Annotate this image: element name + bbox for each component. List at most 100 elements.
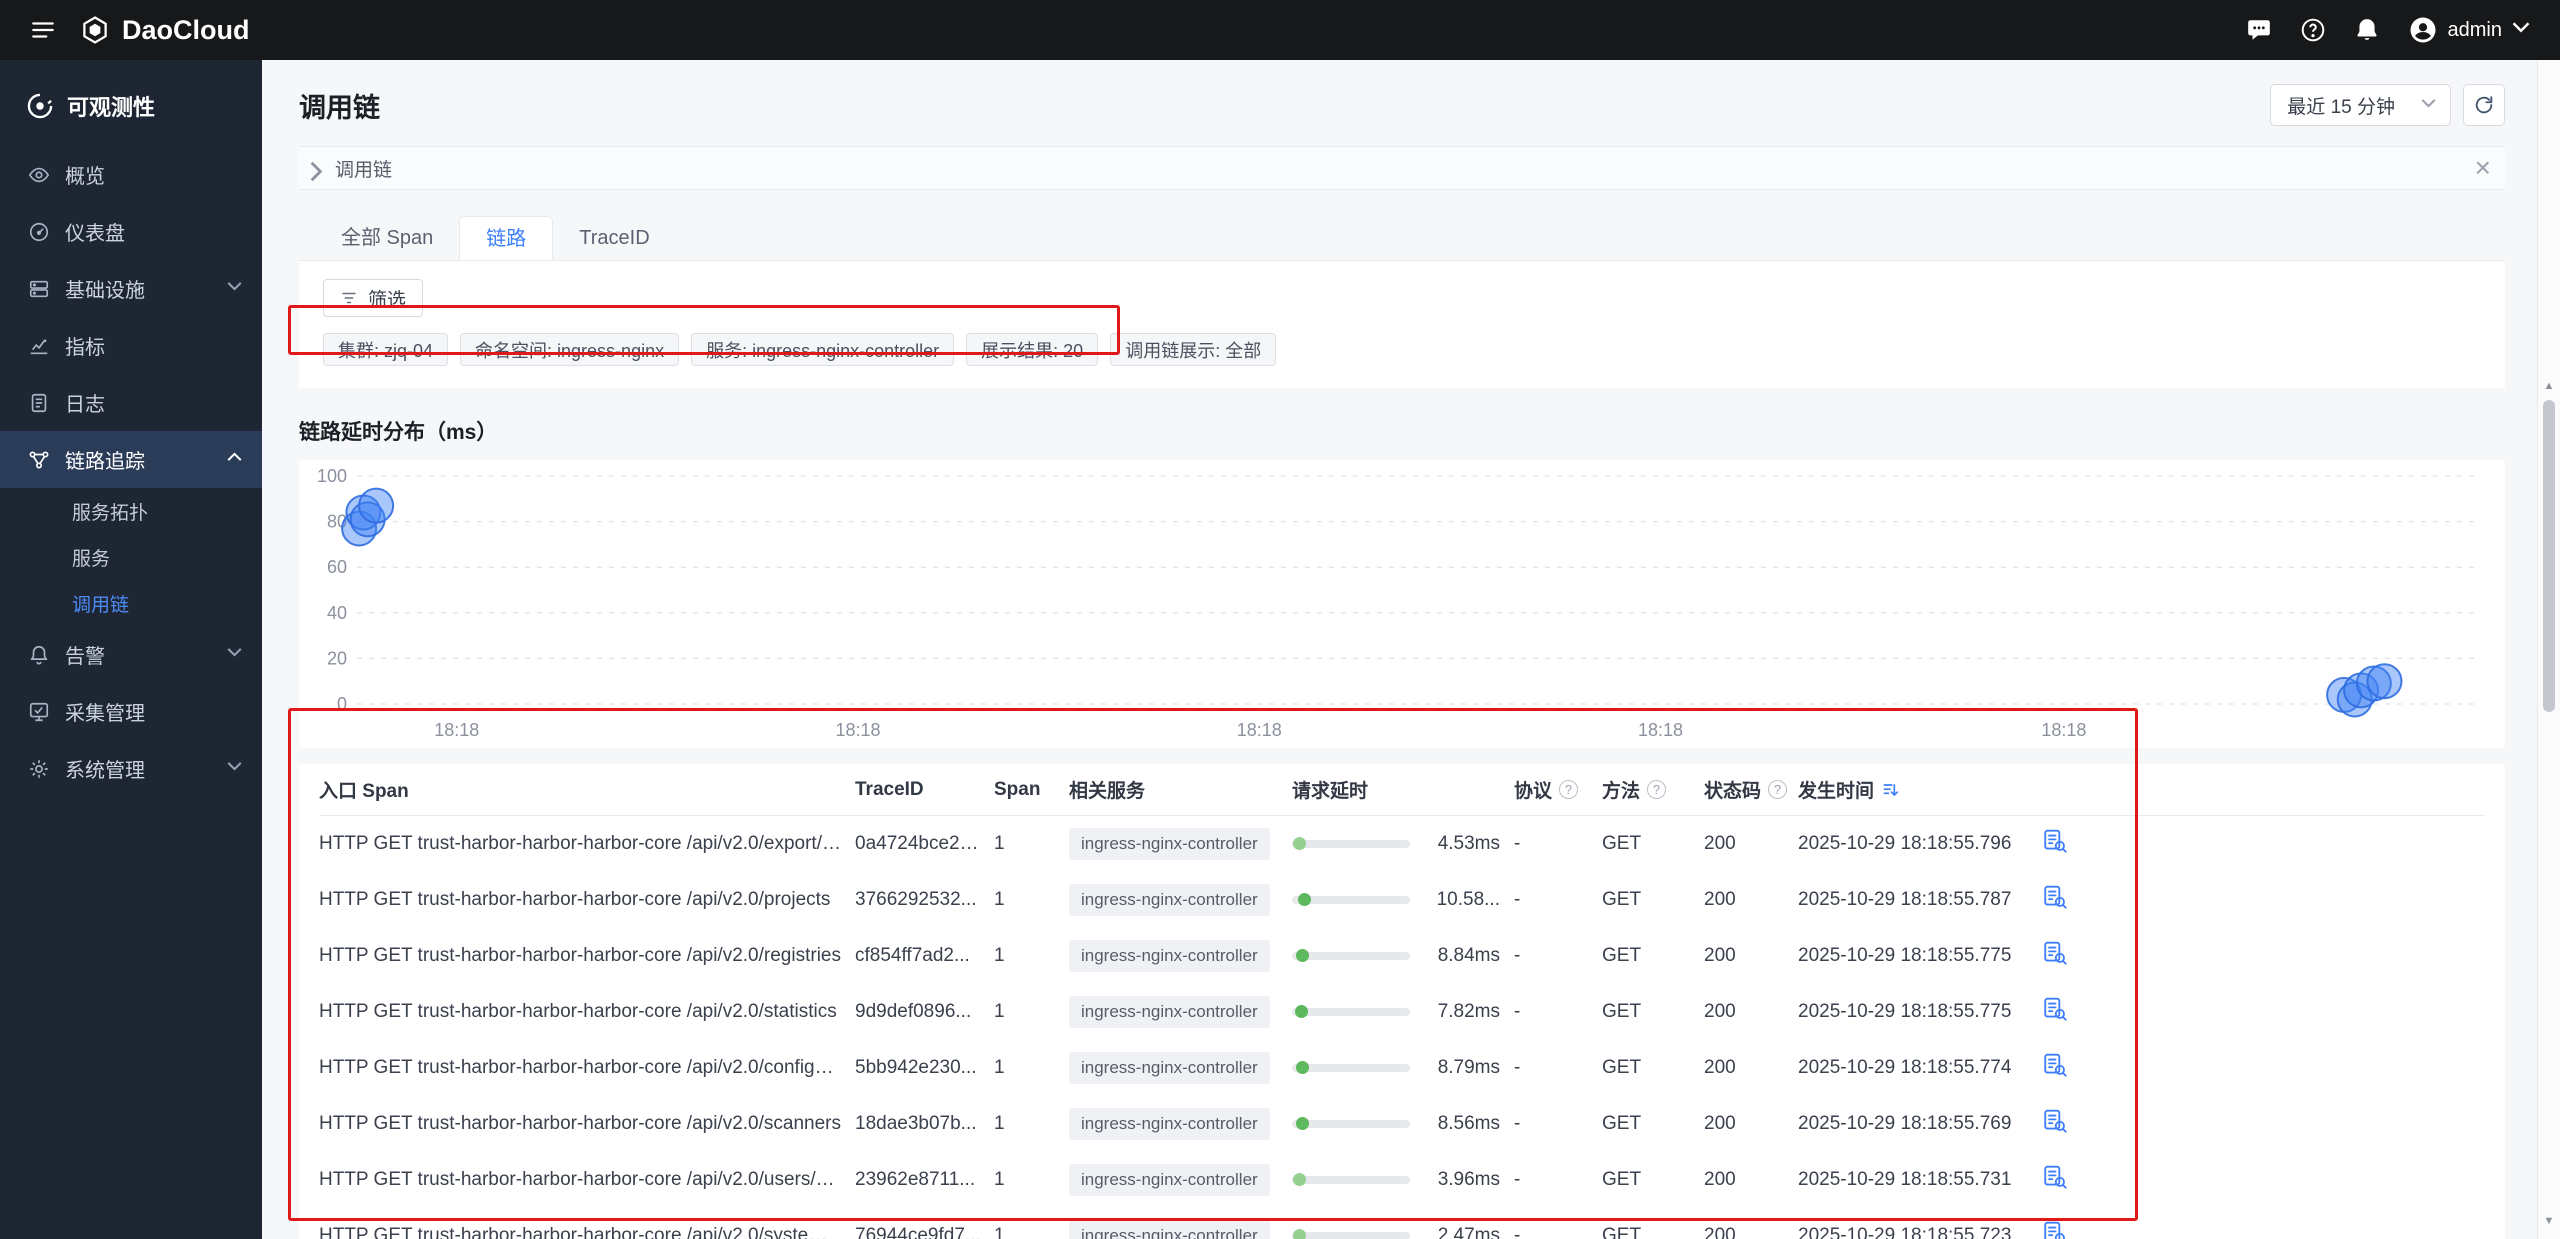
sidebar-item-collection[interactable]: 采集管理: [0, 683, 262, 740]
filter-button[interactable]: 筛选: [323, 279, 423, 317]
chevron-right-icon[interactable]: [309, 161, 323, 175]
tab-trace[interactable]: 链路: [459, 216, 553, 260]
entry-span-cell: HTTP GET trust-harbor-harbor-harbor-core…: [319, 889, 855, 911]
table-row[interactable]: HTTP GET trust-harbor-harbor-harbor-core…: [319, 1096, 2485, 1152]
eye-icon: [28, 164, 50, 186]
message-icon[interactable]: [2246, 17, 2272, 43]
table-row[interactable]: HTTP GET trust-harbor-harbor-harbor-core…: [319, 1208, 2485, 1239]
vertical-scrollbar[interactable]: ▲ ▼: [2537, 60, 2560, 1239]
filter-tag[interactable]: 服务: ingress-nginx-controller: [691, 333, 954, 366]
latency-bar: [1292, 896, 1410, 904]
svg-text:20: 20: [327, 648, 347, 668]
refresh-button[interactable]: [2463, 84, 2505, 126]
table-row[interactable]: HTTP GET trust-harbor-harbor-harbor-core…: [319, 1152, 2485, 1208]
latency-dot: [1293, 1173, 1306, 1186]
sidebar-item-overview[interactable]: 概览: [0, 146, 262, 203]
service-tag: ingress-nginx-controller: [1069, 1220, 1270, 1239]
avatar: [2408, 15, 2438, 45]
latency-bar: [1292, 1064, 1410, 1072]
close-icon[interactable]: ×: [2475, 154, 2491, 182]
time-cell: 2025-10-29 18:18:55.723: [1798, 1225, 2042, 1239]
entry-span-cell: HTTP GET trust-harbor-harbor-harbor-core…: [319, 1001, 855, 1023]
bell-icon[interactable]: [2354, 17, 2380, 43]
main-content: 调用链 最近 15 分钟 调用链 × 全部 Span 链路 TraceID: [262, 60, 2560, 1239]
view-detail-icon[interactable]: [2042, 940, 2068, 966]
service-cell: ingress-nginx-controller: [1069, 884, 1292, 916]
view-detail-icon[interactable]: [2042, 1108, 2068, 1134]
protocol-cell: -: [1514, 1057, 1602, 1079]
sidebar-item-metrics[interactable]: 指标: [0, 317, 262, 374]
menu-toggle-icon[interactable]: [30, 17, 56, 43]
scrollbar-thumb[interactable]: [2543, 400, 2555, 712]
protocol-cell: -: [1514, 889, 1602, 911]
help-icon[interactable]: ?: [1647, 780, 1666, 799]
filter-tag[interactable]: 调用链展示: 全部: [1110, 333, 1276, 366]
view-detail-icon[interactable]: [2042, 996, 2068, 1022]
sidebar-item-logs[interactable]: 日志: [0, 374, 262, 431]
gear-icon: [28, 758, 50, 780]
col-status: 状态码?: [1704, 776, 1798, 803]
filter-tag[interactable]: 命名空间: ingress-nginx: [460, 333, 679, 366]
traceid-cell: cf854ff7ad2...: [855, 945, 994, 967]
tab-all-span[interactable]: 全部 Span: [315, 216, 459, 260]
collect-icon: [28, 701, 50, 723]
service-cell: ingress-nginx-controller: [1069, 1220, 1292, 1239]
table-row[interactable]: HTTP GET trust-harbor-harbor-harbor-core…: [319, 872, 2485, 928]
scroll-down-icon[interactable]: ▼: [2538, 1215, 2560, 1227]
page-title: 调用链: [299, 86, 380, 125]
table-row[interactable]: HTTP GET trust-harbor-harbor-harbor-core…: [319, 816, 2485, 872]
service-cell: ingress-nginx-controller: [1069, 996, 1292, 1028]
chevron-down-icon: [227, 761, 242, 776]
method-cell: GET: [1602, 1113, 1704, 1135]
latency-cell: 10.58...: [1292, 889, 1514, 911]
user-menu[interactable]: admin: [2408, 15, 2530, 45]
svg-text:18:18: 18:18: [2041, 720, 2086, 740]
view-detail-icon[interactable]: [2042, 1052, 2068, 1078]
col-latency: 请求延时: [1292, 776, 1514, 803]
svg-text:18:18: 18:18: [1237, 720, 1282, 740]
scroll-up-icon[interactable]: ▲: [2538, 380, 2560, 392]
sidebar-item-infrastructure[interactable]: 基础设施: [0, 260, 262, 317]
latency-bar: [1292, 952, 1410, 960]
latency-cell: 8.56ms: [1292, 1113, 1514, 1135]
sidebar-subitem-services[interactable]: 服务: [0, 534, 262, 580]
traceid-cell: 5bb942e230...: [855, 1057, 994, 1079]
col-traceid: TraceID: [855, 779, 994, 801]
traceid-cell: 3766292532...: [855, 889, 994, 911]
span-count-cell: 1: [994, 889, 1069, 911]
table-row[interactable]: HTTP GET trust-harbor-harbor-harbor-core…: [319, 984, 2485, 1040]
help-icon[interactable]: [2300, 17, 2326, 43]
topbar: DaoCloud admin: [0, 0, 2560, 60]
latency-dot: [1293, 1229, 1306, 1239]
scatter-plot: 02040608010018:1818:1818:1818:1818:18: [299, 460, 2505, 748]
brand-logo[interactable]: DaoCloud: [80, 15, 250, 46]
time-range-value: 最近 15 分钟: [2287, 92, 2395, 119]
sidebar-item-alerts[interactable]: 告警: [0, 626, 262, 683]
table-row[interactable]: HTTP GET trust-harbor-harbor-harbor-core…: [319, 1040, 2485, 1096]
help-icon[interactable]: ?: [1768, 780, 1787, 799]
view-detail-icon[interactable]: [2042, 1164, 2068, 1190]
filter-tag[interactable]: 展示结果: 20: [966, 333, 1098, 366]
table-row[interactable]: HTTP GET trust-harbor-harbor-harbor-core…: [319, 928, 2485, 984]
sidebar-item-dashboard[interactable]: 仪表盘: [0, 203, 262, 260]
help-icon[interactable]: ?: [1559, 780, 1578, 799]
status-code-cell: 200: [1704, 1113, 1798, 1135]
action-cell: [2042, 884, 2132, 916]
sidebar-subitem-topology[interactable]: 服务拓扑: [0, 488, 262, 534]
sidebar-item-tracing[interactable]: 链路追踪: [0, 431, 262, 488]
tab-traceid[interactable]: TraceID: [553, 216, 675, 260]
time-range-select[interactable]: 最近 15 分钟: [2270, 84, 2451, 126]
view-detail-icon[interactable]: [2042, 1220, 2068, 1239]
svg-text:18:18: 18:18: [1638, 720, 1683, 740]
server-icon: [28, 278, 50, 300]
view-detail-icon[interactable]: [2042, 828, 2068, 854]
sidebar-subitem-traces[interactable]: 调用链: [0, 580, 262, 626]
latency-bar: [1292, 1176, 1410, 1184]
view-detail-icon[interactable]: [2042, 884, 2068, 910]
svg-text:100: 100: [317, 466, 347, 486]
filter-tag[interactable]: 集群: zjq-04: [323, 333, 448, 366]
method-cell: GET: [1602, 889, 1704, 911]
sidebar-item-system[interactable]: 系统管理: [0, 740, 262, 797]
sort-descending-icon[interactable]: [1881, 780, 1901, 800]
metrics-icon: [28, 335, 50, 357]
